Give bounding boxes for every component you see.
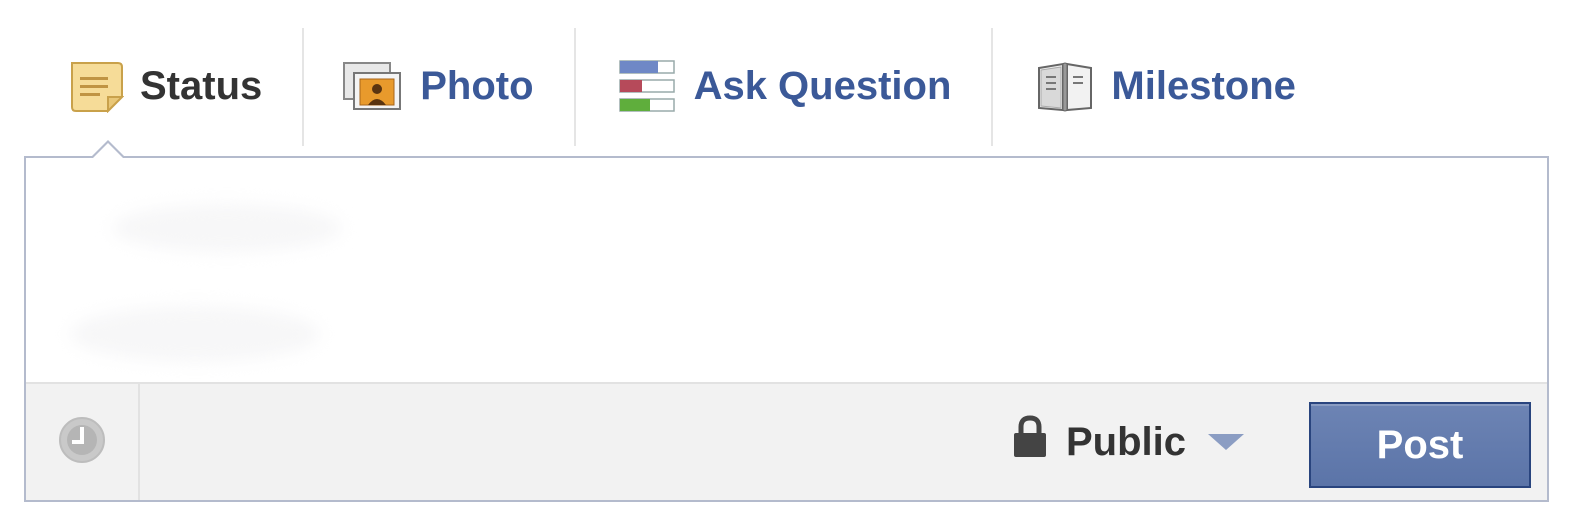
composer-tabs: Status Photo Ask Question Milestone [24, 26, 1316, 146]
question-poll-icon [618, 58, 678, 114]
tab-milestone[interactable]: Milestone [993, 26, 1315, 146]
tab-ask-question-label: Ask Question [693, 63, 952, 108]
post-button[interactable]: Post [1309, 402, 1531, 488]
note-icon [68, 59, 124, 113]
tab-ask-question[interactable]: Ask Question [576, 26, 992, 146]
status-composer: Public Post [24, 140, 1549, 502]
status-input[interactable] [26, 158, 1547, 382]
active-tab-caret-fill [92, 143, 124, 159]
tab-photo[interactable]: Photo [304, 26, 573, 146]
privacy-label: Public [1066, 419, 1187, 464]
tab-status-label: Status [140, 63, 263, 108]
book-icon [1035, 58, 1095, 114]
composer-footer: Public Post [26, 382, 1547, 500]
photo-icon [342, 59, 404, 113]
tab-photo-label: Photo [420, 63, 534, 108]
schedule-button[interactable] [26, 384, 140, 500]
chevron-down-icon [1208, 434, 1245, 450]
privacy-selector[interactable]: Public [1012, 412, 1245, 472]
tab-milestone-label: Milestone [1111, 63, 1296, 108]
clock-icon [58, 416, 106, 469]
tab-status[interactable]: Status [24, 26, 302, 146]
lock-icon [1012, 415, 1048, 469]
